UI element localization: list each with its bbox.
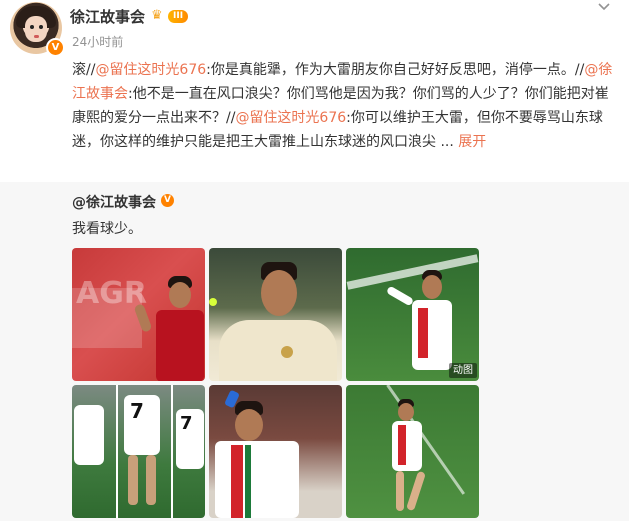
image-3[interactable]: 动图	[346, 248, 479, 381]
verified-badge-icon: V	[46, 38, 65, 57]
post-time[interactable]: 24小时前	[72, 33, 123, 50]
image-1[interactable]: AGR	[72, 248, 205, 381]
verified-badge-icon: V	[161, 194, 174, 207]
image-2[interactable]	[209, 248, 342, 381]
retweet-text: 我看球少。	[72, 221, 142, 237]
chevron-down-icon[interactable]	[597, 0, 611, 16]
username[interactable]: 徐江故事会	[70, 6, 145, 27]
retweet-username[interactable]: @徐江故事会	[72, 192, 156, 212]
expand-link[interactable]: 展开	[458, 134, 486, 150]
level-badge: III	[168, 10, 189, 23]
post-segment: :你是真能犟，作为大雷朋友你自己好好反思吧，消停一点。//	[206, 62, 585, 78]
post-segment: 滚//	[72, 62, 96, 78]
post-text: 滚//@留住这时光676:你是真能犟，作为大雷朋友你自己好好反思吧，消停一点。/…	[72, 58, 620, 154]
image-4[interactable]: 7 7	[72, 385, 205, 518]
image-5[interactable]	[209, 385, 342, 518]
image-6[interactable]	[346, 385, 479, 518]
crown-icon: ♛	[151, 8, 163, 23]
mention-link[interactable]: @留住这时光676	[95, 62, 206, 78]
mention-link[interactable]: @留住这时光676	[235, 110, 346, 126]
gif-badge: 动图	[449, 363, 477, 378]
